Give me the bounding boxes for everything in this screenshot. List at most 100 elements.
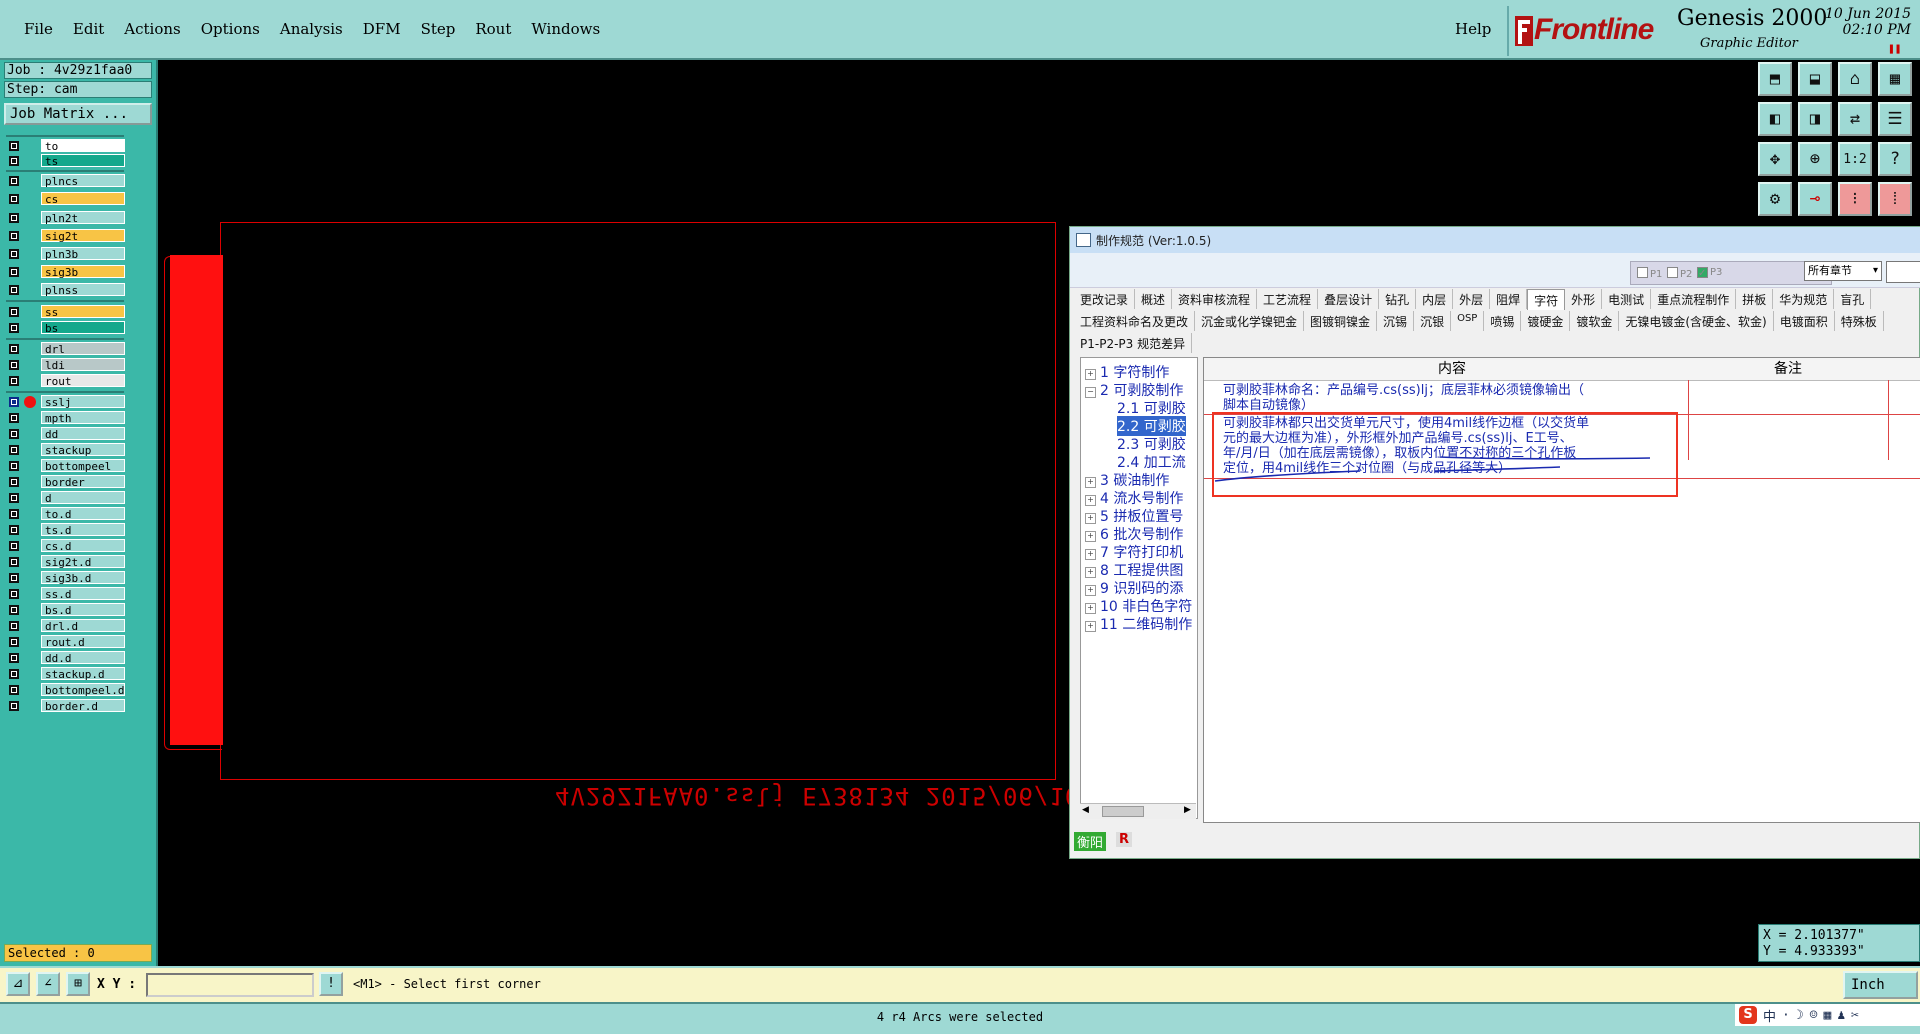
ime-chinese-mode[interactable]: 中: [1763, 1006, 1776, 1025]
layer-row[interactable]: stackup.d: [3, 667, 125, 681]
tree-item[interactable]: +10 非白色字符: [1085, 596, 1192, 616]
brush-icon[interactable]: ⊸: [1798, 182, 1832, 216]
tab[interactable]: 重点流程制作: [1651, 289, 1737, 309]
tab[interactable]: 拼板: [1736, 289, 1774, 309]
layer-row[interactable]: plncs: [3, 174, 125, 188]
layer-row[interactable]: ldi: [3, 358, 125, 372]
layer-row[interactable]: ts.d: [3, 523, 125, 537]
expand-icon[interactable]: +: [1085, 549, 1096, 560]
layer-name[interactable]: plncs: [41, 174, 125, 188]
layer-red-icon[interactable]: ⁝: [1838, 182, 1872, 216]
sogou-ime-icon[interactable]: S: [1739, 1006, 1757, 1024]
menu-file[interactable]: File: [14, 20, 63, 38]
layer-name[interactable]: border.d: [41, 699, 125, 713]
tab[interactable]: 沉锡: [1377, 311, 1415, 331]
layer-row[interactable]: rout: [3, 374, 125, 388]
fit-icon[interactable]: ✥: [1758, 142, 1792, 176]
dialog-titlebar[interactable]: 制作规范 (Ver:1.0.5): [1070, 227, 1920, 254]
menu-rout[interactable]: Rout: [465, 20, 521, 38]
tree-item[interactable]: +5 拼板位置号: [1085, 506, 1183, 526]
tree-item-selected[interactable]: 2.2 可剥胶: [1117, 416, 1186, 436]
layer-checkbox[interactable]: [9, 285, 19, 295]
layer-row[interactable]: drl.d: [3, 619, 125, 633]
layer-row[interactable]: sig2t: [3, 229, 125, 243]
layer-row[interactable]: border: [3, 475, 125, 489]
layer-checkbox[interactable]: [9, 589, 19, 599]
layer-checkbox[interactable]: [9, 429, 19, 439]
layer-row[interactable]: drl: [3, 342, 125, 356]
layer-checkbox[interactable]: [9, 176, 19, 186]
units-button[interactable]: Inch: [1843, 971, 1918, 999]
info-icon[interactable]: !: [319, 972, 343, 996]
layer-row[interactable]: ss: [3, 305, 125, 319]
column-header-note[interactable]: 备注: [1688, 358, 1889, 381]
layer-name[interactable]: sig3b: [41, 265, 125, 279]
tab[interactable]: 工艺流程: [1257, 289, 1319, 309]
collapse-icon[interactable]: −: [1085, 387, 1096, 398]
tree-item[interactable]: +11 二维码制作: [1085, 614, 1192, 634]
layer-row[interactable]: bottompeel.d: [3, 683, 125, 697]
layer-row[interactable]: cs: [3, 192, 125, 206]
tab[interactable]: 镀软金: [1570, 311, 1620, 331]
phase-p3-checkbox[interactable]: ✓ P3: [1697, 267, 1722, 279]
layer-name[interactable]: ss: [41, 305, 125, 319]
layer-name[interactable]: stackup.d: [41, 667, 125, 681]
layer-name[interactable]: dd.d: [41, 651, 125, 665]
xy-input[interactable]: [146, 973, 314, 997]
layer-name[interactable]: bottompeel: [41, 459, 125, 473]
expand-icon[interactable]: +: [1085, 585, 1096, 596]
tab[interactable]: 图镀铜镍金: [1304, 311, 1378, 331]
layer-checkbox[interactable]: [9, 637, 19, 647]
layer-checkbox[interactable]: [9, 141, 19, 151]
tab[interactable]: 更改记录: [1074, 289, 1136, 309]
pan-left-icon[interactable]: ◧: [1758, 102, 1792, 136]
layer-row[interactable]: to.d: [3, 507, 125, 521]
tree-item[interactable]: +1 字符制作: [1085, 362, 1169, 382]
layer-checkbox[interactable]: [9, 249, 19, 259]
zoom-home-icon[interactable]: ⬒: [1758, 62, 1792, 96]
layer-checkbox[interactable]: [9, 231, 19, 241]
zoom-fit-icon[interactable]: ⊕: [1798, 142, 1832, 176]
r-badge[interactable]: R: [1116, 832, 1133, 847]
layer-checkbox[interactable]: [9, 397, 19, 407]
layer-name[interactable]: pln3b: [41, 247, 125, 261]
chapter-dropdown[interactable]: 所有章节: [1804, 261, 1882, 281]
layer-name[interactable]: rout: [41, 374, 125, 388]
tools-icon[interactable]: ⚙: [1758, 182, 1792, 216]
layer-row[interactable]: mpth: [3, 411, 125, 425]
layer-name[interactable]: ldi: [41, 358, 125, 372]
layer-row[interactable]: dd: [3, 427, 125, 441]
expand-icon[interactable]: +: [1085, 603, 1096, 614]
tree-item[interactable]: 2.1 可剥胶: [1117, 398, 1186, 418]
tab[interactable]: 资料审核流程: [1172, 289, 1258, 309]
layer-row[interactable]: border.d: [3, 699, 125, 713]
pan-right-icon[interactable]: ◨: [1798, 102, 1832, 136]
zoom-step-icon[interactable]: ⬓: [1798, 62, 1832, 96]
tree-item[interactable]: +4 流水号制作: [1085, 488, 1183, 508]
tab[interactable]: OSP: [1451, 311, 1485, 331]
tab[interactable]: 内层: [1416, 289, 1454, 309]
ime-tools-icon[interactable]: ✂: [1851, 1008, 1859, 1023]
expand-icon[interactable]: +: [1085, 621, 1096, 632]
tab[interactable]: 镀硬金: [1521, 311, 1571, 331]
tab[interactable]: 沉金或化学镍钯金: [1195, 311, 1305, 331]
tab[interactable]: 盲孔: [1834, 289, 1872, 309]
tree-horizontal-scrollbar[interactable]: ◀ ▶: [1080, 803, 1196, 819]
ratio-button[interactable]: 1:2: [1838, 142, 1872, 176]
tree-item[interactable]: +3 碳油制作: [1085, 470, 1169, 490]
tab[interactable]: 叠层设计: [1318, 289, 1380, 309]
tree-item[interactable]: −2 可剥胶制作: [1085, 380, 1183, 400]
tab[interactable]: 外形: [1565, 289, 1603, 309]
tab[interactable]: 特殊板: [1835, 311, 1884, 331]
layer-checkbox[interactable]: [9, 685, 19, 695]
tree-item[interactable]: 2.3 可剥胶: [1117, 434, 1186, 454]
layer-checkbox[interactable]: [9, 477, 19, 487]
phase-p1-checkbox[interactable]: P1: [1637, 267, 1662, 280]
layer-row[interactable]: sig2t.d: [3, 555, 125, 569]
expand-icon[interactable]: +: [1085, 495, 1096, 506]
layer-row[interactable]: bs: [3, 321, 125, 335]
layer-checkbox[interactable]: [9, 344, 19, 354]
job-matrix-button[interactable]: Job Matrix ...: [4, 103, 152, 125]
layer-row[interactable]: bs.d: [3, 603, 125, 617]
layer-name[interactable]: drl.d: [41, 619, 125, 633]
